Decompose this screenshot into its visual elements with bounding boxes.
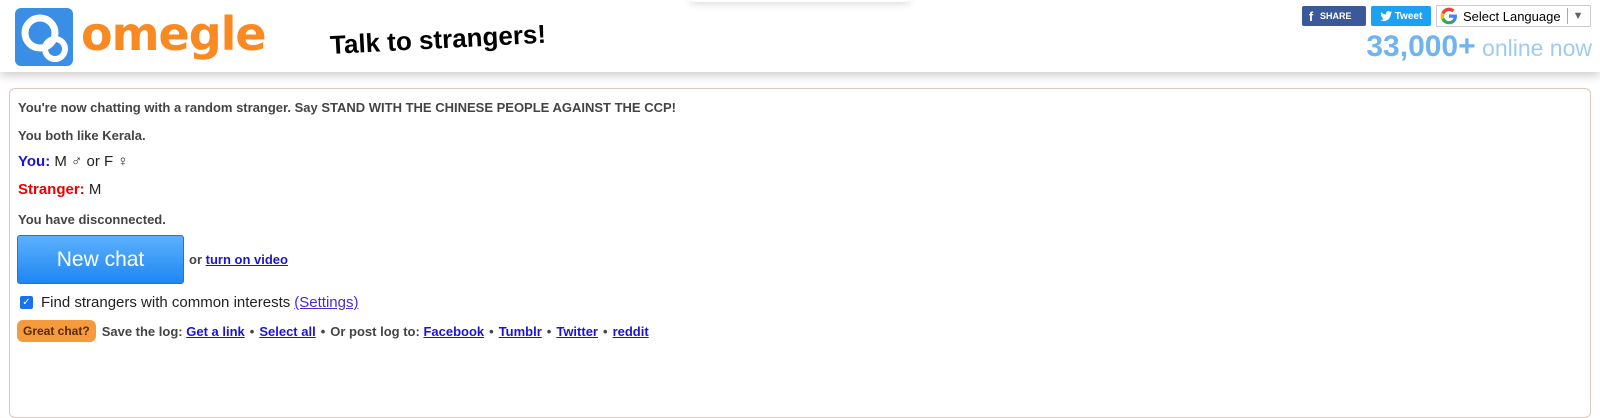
language-select[interactable]: Select Language ▼ (1436, 5, 1591, 27)
video-option: or turn on video (189, 252, 288, 267)
separator: • (249, 323, 255, 339)
great-chat-button[interactable]: Great chat? (17, 320, 96, 342)
save-log-row: Great chat? Save the log: Get a link • S… (17, 320, 649, 342)
header: omegle Talk to strangers! f SHARE Tweet … (0, 0, 1600, 72)
you-label: You: (18, 153, 51, 170)
interests-checkbox[interactable]: ✓ (20, 296, 33, 309)
separator: • (320, 323, 326, 339)
tagline: Talk to strangers! (329, 18, 547, 60)
interests-settings-link[interactable]: (Settings) (294, 294, 358, 311)
online-count-number: 33,000+ (1366, 30, 1476, 63)
twitter-tweet-button[interactable]: Tweet (1371, 6, 1431, 26)
top-decoration (690, 0, 910, 2)
logo-text: omegle (81, 7, 267, 61)
interests-label: Find strangers with common interests (41, 294, 291, 311)
select-all-link[interactable]: Select all (259, 324, 315, 339)
facebook-share-label: SHARE (1320, 11, 1352, 21)
stranger-label: Stranger: (18, 181, 85, 198)
twitter-bird-icon (1379, 11, 1392, 21)
chat-intro-message: You're now chatting with a random strang… (18, 100, 676, 115)
chat-message-stranger: Stranger: M (18, 181, 101, 198)
common-interests-option: ✓ Find strangers with common interests (… (20, 294, 358, 311)
post-tumblr-link[interactable]: Tumblr (499, 324, 542, 339)
new-chat-button[interactable]: New chat (17, 235, 184, 284)
chat-log[interactable]: You're now chatting with a random strang… (9, 88, 1591, 418)
online-count: 33,000+ online now (1366, 30, 1592, 64)
online-count-suffix: online now (1482, 35, 1592, 61)
turn-on-video-link[interactable]: turn on video (206, 252, 288, 267)
post-twitter-link[interactable]: Twitter (556, 324, 598, 339)
facebook-icon: f (1308, 8, 1314, 24)
message-text: M (88, 181, 102, 198)
post-facebook-link[interactable]: Facebook (423, 324, 484, 339)
get-link-link[interactable]: Get a link (186, 324, 245, 339)
common-interest-message: You both like Kerala. (18, 128, 146, 143)
google-icon (1440, 7, 1457, 25)
omegle-logo[interactable]: omegle (15, 7, 267, 66)
language-select-value: Select Language (1463, 8, 1561, 24)
facebook-share-button[interactable]: f SHARE (1302, 6, 1366, 26)
post-reddit-link[interactable]: reddit (613, 324, 649, 339)
chevron-down-icon: ▼ (1572, 10, 1584, 22)
separator: • (603, 323, 608, 339)
separator: • (489, 323, 494, 339)
or-text: or (189, 252, 202, 267)
omegle-logo-icon (15, 8, 73, 66)
twitter-tweet-label: Tweet (1394, 10, 1423, 22)
chat-message-you: You: M ♂ or F ♀ (18, 153, 129, 170)
message-text: M ♂ or F ♀ (54, 153, 129, 170)
select-divider (1566, 8, 1568, 24)
post-log-label: Or post log to: (330, 323, 420, 339)
disconnect-notice: You have disconnected. (18, 212, 166, 227)
separator: • (546, 323, 552, 339)
save-log-label: Save the log: (101, 323, 183, 339)
